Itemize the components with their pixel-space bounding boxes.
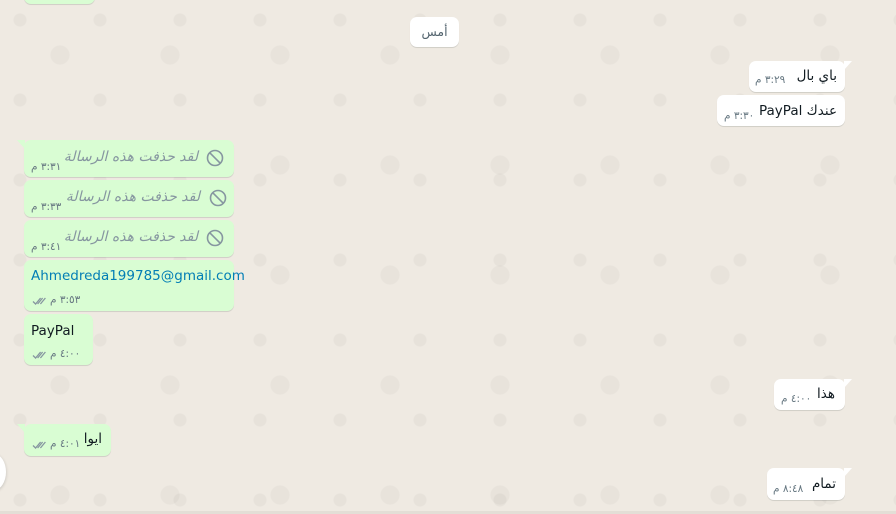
- read-receipt-icon: [32, 441, 46, 449]
- deleted-message[interactable]: لقد حذفت هذه الرسالة ٣:٤١ م: [24, 220, 234, 257]
- deleted-message-text: لقد حذفت هذه الرسالة: [65, 189, 200, 205]
- previous-message-fragment[interactable]: [24, 0, 95, 4]
- message-text: تمام: [811, 476, 836, 492]
- deleted-message-text: لقد حذفت هذه الرسالة: [63, 229, 198, 245]
- date-separator: أمس: [410, 17, 459, 47]
- blocked-icon: [209, 189, 227, 207]
- message-text: PayPal: [31, 323, 75, 339]
- outgoing-message[interactable]: Ahmedreda199785@gmail.com ٣:٥٣ م: [24, 260, 245, 311]
- outgoing-message[interactable]: PayPal ٤:٠٠ م: [24, 314, 93, 365]
- message-time: ٣:٣٠ م: [724, 110, 755, 122]
- incoming-message[interactable]: تمام ٨:٤٨ م: [767, 468, 852, 500]
- blocked-icon: [206, 149, 224, 167]
- incoming-message[interactable]: عندك PayPal ٣:٣٠ م: [717, 95, 845, 126]
- incoming-message[interactable]: هذا ٤:٠٠ م: [774, 379, 852, 410]
- read-receipt-icon: [32, 351, 46, 359]
- chat-panel: أمس باي بال ٣:٢٩ م عندك PayPal ٣:٣٠ م لق…: [0, 0, 896, 514]
- message-time: ٣:٣٣ م: [31, 201, 62, 213]
- message-time: ٣:٤١ م: [31, 241, 62, 253]
- message-text: هذا: [817, 386, 835, 402]
- outgoing-message[interactable]: ايوا ٤:٠١ م: [17, 424, 111, 456]
- message-time: ٨:٤٨ م: [773, 483, 804, 495]
- message-text: عندك PayPal: [759, 103, 837, 119]
- email-link[interactable]: Ahmedreda199785@gmail.com: [31, 268, 245, 284]
- message-time: ٤:٠١ م: [50, 438, 81, 450]
- message-time: ٣:٣١ م: [31, 161, 62, 173]
- deleted-message[interactable]: لقد حذفت هذه الرسالة ٣:٣٣ م: [24, 180, 234, 217]
- message-time: ٣:٥٣ م: [50, 294, 81, 306]
- read-receipt-icon: [32, 297, 46, 305]
- message-text: ايوا: [83, 431, 102, 447]
- message-time: ٤:٠٠ م: [781, 393, 812, 405]
- message-time: ٤:٠٠ م: [50, 348, 81, 360]
- message-time: ٣:٢٩ م: [755, 74, 786, 86]
- scroll-to-bottom-button[interactable]: [0, 454, 6, 490]
- deleted-message-text: لقد حذفت هذه الرسالة: [63, 149, 198, 165]
- blocked-icon: [206, 229, 224, 247]
- message-text: باي بال: [796, 68, 837, 84]
- incoming-message[interactable]: باي بال ٣:٢٩ م: [749, 61, 852, 92]
- deleted-message[interactable]: لقد حذفت هذه الرسالة ٣:٣١ م: [17, 140, 234, 177]
